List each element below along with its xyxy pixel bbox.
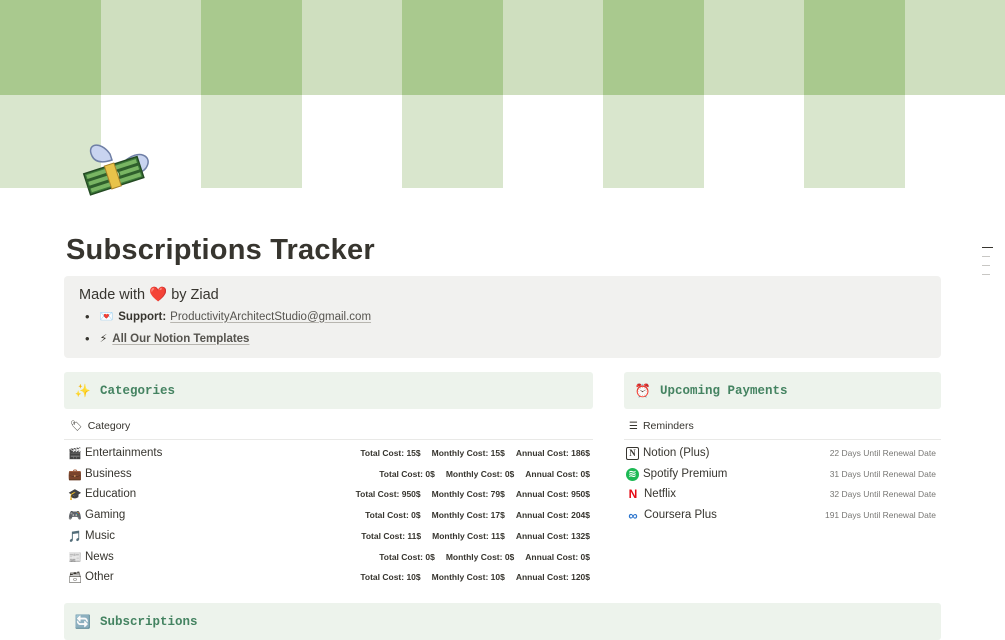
total-cost: Total Cost: 950$ — [355, 489, 421, 499]
payment-row-netflix[interactable]: N Netflix 32 Days Until Renewal Date — [626, 484, 936, 504]
money-with-wings-icon[interactable] — [80, 140, 156, 198]
cover-check — [603, 0, 704, 95]
toc-line — [982, 274, 990, 275]
credits-callout: Made with ❤️ by Ziad 💌 Support: Producti… — [64, 276, 941, 358]
made-with-text: Made with ❤️ by Ziad — [79, 287, 219, 303]
netflix-logo-icon: N — [628, 487, 638, 501]
cover-check — [402, 0, 503, 95]
subscription-name: Coursera Plus — [644, 509, 717, 521]
category-name: News — [85, 551, 114, 563]
cover-check — [0, 0, 101, 95]
game-controller-icon: 🎮 — [68, 509, 82, 522]
total-cost: Total Cost: 0$ — [365, 510, 421, 520]
payment-row-notion[interactable]: N Notion (Plus) 22 Days Until Renewal Da… — [626, 443, 936, 463]
categories-heading[interactable]: ✨ Categories — [64, 372, 593, 409]
upcoming-payments-title: Upcoming Payments — [660, 383, 788, 398]
cover-check — [804, 0, 905, 95]
annual-cost: Annual Cost: 120$ — [515, 572, 590, 582]
templates-link[interactable]: All Our Notion Templates — [112, 333, 249, 345]
subscriptions-heading[interactable]: 🔄 Subscriptions — [64, 603, 941, 640]
support-label: Support: — [118, 310, 167, 323]
card-file-box-icon: 🗃 — [68, 571, 82, 584]
monthly-cost: Monthly Cost: 17$ — [431, 510, 505, 520]
monthly-cost: Monthly Cost: 11$ — [432, 531, 505, 541]
category-row-music[interactable]: 🎵 Music Total Cost: 11$ Monthly Cost: 11… — [68, 526, 590, 546]
list-icon: ☰ — [629, 420, 638, 432]
total-cost: Total Cost: 11$ — [361, 531, 422, 541]
renewal-countdown: 31 Days Until Renewal Date — [829, 469, 936, 479]
toc-line — [982, 247, 993, 248]
renewal-countdown: 191 Days Until Renewal Date — [824, 510, 936, 520]
alarm-clock-icon: ⏰ — [634, 382, 652, 398]
renewal-countdown: 32 Days Until Renewal Date — [829, 489, 936, 499]
divider — [624, 439, 941, 440]
cover-check — [201, 0, 302, 95]
category-row-business[interactable]: 💼 Business Total Cost: 0$ Monthly Cost: … — [68, 464, 590, 484]
spotify-logo-icon: ≋ — [626, 467, 639, 481]
payment-row-coursera[interactable]: ∞ Coursera Plus 191 Days Until Renewal D… — [626, 505, 936, 525]
category-name: Music — [85, 530, 116, 542]
love-letter-icon: 💌 — [99, 311, 114, 323]
templates-bullet: ⚡ All Our Notion Templates — [85, 331, 250, 346]
music-note-icon: 🎵 — [68, 530, 82, 543]
category-name: Education — [85, 488, 137, 500]
category-name: Gaming — [85, 509, 126, 521]
category-row-news[interactable]: 📰 News Total Cost: 0$ Monthly Cost: 0$ A… — [68, 547, 590, 567]
subscriptions-title: Subscriptions — [100, 614, 198, 629]
monthly-cost: Monthly Cost: 79$ — [431, 489, 505, 499]
divider — [64, 439, 593, 440]
newspaper-icon: 📰 — [68, 551, 82, 564]
monthly-cost: Monthly Cost: 0$ — [445, 469, 515, 479]
category-row-entertainments[interactable]: 🎬 Entertainments Total Cost: 15$ Monthly… — [68, 443, 590, 463]
total-cost: Total Cost: 0$ — [379, 552, 435, 562]
renewal-countdown: 22 Days Until Renewal Date — [829, 448, 936, 458]
annual-cost: Annual Cost: 132$ — [515, 531, 590, 541]
categories-title: Categories — [100, 383, 176, 398]
annual-cost: Annual Cost: 0$ — [525, 552, 590, 562]
total-cost: Total Cost: 0$ — [379, 469, 435, 479]
support-bullet: 💌 Support: ProductivityArchitectStudio@g… — [85, 309, 371, 324]
total-cost: Total Cost: 15$ — [360, 448, 421, 458]
tag-icon: 🏷 — [70, 420, 83, 432]
table-of-contents-indicator[interactable] — [982, 247, 993, 283]
subscription-name: Netflix — [644, 488, 676, 500]
clapper-icon: 🎬 — [68, 447, 82, 460]
category-view-label: Category — [87, 420, 131, 432]
category-name: Other — [85, 571, 114, 583]
subscription-name: Notion (Plus) — [643, 447, 710, 459]
category-name: Business — [85, 468, 132, 480]
toc-line — [982, 256, 990, 257]
reminders-view-tab[interactable]: ☰ Reminders — [629, 420, 694, 432]
support-email-link[interactable]: ProductivityArchitectStudio@gmail.com — [170, 311, 371, 323]
annual-cost: Annual Cost: 186$ — [515, 448, 590, 458]
lightning-icon: ⚡ — [99, 333, 108, 345]
monthly-cost: Monthly Cost: 10$ — [431, 572, 505, 582]
graduation-cap-icon: 🎓 — [68, 488, 82, 501]
toc-line — [982, 265, 990, 266]
category-row-other[interactable]: 🗃 Other Total Cost: 10$ Monthly Cost: 10… — [68, 567, 590, 587]
category-row-education[interactable]: 🎓 Education Total Cost: 950$ Monthly Cos… — [68, 484, 590, 504]
notion-logo-icon: N — [626, 446, 639, 460]
monthly-cost: Monthly Cost: 15$ — [431, 448, 505, 458]
annual-cost: Annual Cost: 950$ — [515, 489, 590, 499]
annual-cost: Annual Cost: 204$ — [515, 510, 590, 520]
payment-row-spotify[interactable]: ≋ Spotify Premium 31 Days Until Renewal … — [626, 464, 936, 484]
sparkles-icon: ✨ — [74, 382, 92, 398]
briefcase-icon: 💼 — [68, 468, 82, 481]
category-name: Entertainments — [85, 447, 163, 459]
reminders-view-label: Reminders — [642, 420, 694, 432]
category-view-tab[interactable]: 🏷 Category — [70, 420, 130, 432]
subscription-name: Spotify Premium — [643, 468, 728, 480]
total-cost: Total Cost: 10$ — [360, 572, 421, 582]
category-row-gaming[interactable]: 🎮 Gaming Total Cost: 0$ Monthly Cost: 17… — [68, 505, 590, 525]
page-title[interactable]: Subscriptions Tracker — [66, 234, 375, 267]
monthly-cost: Monthly Cost: 0$ — [445, 552, 515, 562]
annual-cost: Annual Cost: 0$ — [525, 469, 590, 479]
upcoming-payments-heading[interactable]: ⏰ Upcoming Payments — [624, 372, 941, 409]
coursera-logo-icon: ∞ — [628, 507, 638, 523]
repeat-icon: 🔄 — [74, 613, 92, 629]
